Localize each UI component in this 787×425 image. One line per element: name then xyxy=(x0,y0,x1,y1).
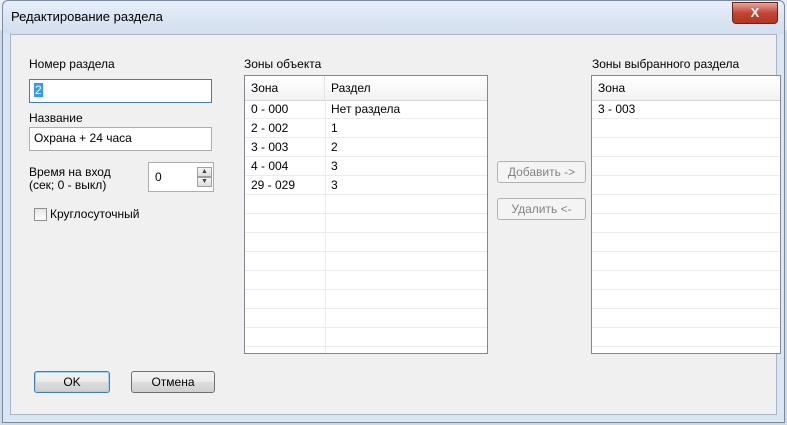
entry-time-stepper[interactable]: 0 ▲ ▼ xyxy=(148,162,214,192)
empty-row xyxy=(592,252,780,271)
partition-number-label: Номер раздела xyxy=(29,57,115,71)
empty-row xyxy=(592,176,780,195)
close-button[interactable]: X xyxy=(732,2,778,24)
table-cell: 1 xyxy=(331,121,338,135)
selected-zones-header: Зона xyxy=(592,76,780,101)
column-header-zone[interactable]: Зона xyxy=(592,76,780,100)
name-value: Охрана + 24 часа xyxy=(34,131,132,145)
empty-row xyxy=(592,195,780,214)
name-input[interactable]: Охрана + 24 часа xyxy=(29,127,212,151)
selected-zones-list[interactable]: Зона 3 - 003 xyxy=(591,75,781,354)
table-cell: 3 xyxy=(331,178,338,192)
edit-partition-dialog: Редактирование раздела X Номер раздела 2… xyxy=(2,0,785,423)
column-header-partition[interactable]: Раздел xyxy=(325,76,487,100)
object-zones-list[interactable]: Зона Раздел 0 - 000 Нет раздела 2 - 002 1 3 … xyxy=(244,75,488,354)
table-row[interactable]: 2 - 002 1 xyxy=(245,119,487,138)
remove-zone-button[interactable]: Удалить <- xyxy=(497,198,586,220)
column-header-zone[interactable]: Зона xyxy=(245,76,325,100)
empty-row xyxy=(245,290,487,309)
empty-row xyxy=(592,328,780,347)
empty-row xyxy=(245,328,487,347)
stepper-down-icon[interactable]: ▼ xyxy=(197,177,212,187)
name-label: Название xyxy=(29,111,83,125)
title-bar: Редактирование раздела X xyxy=(3,1,784,34)
empty-row xyxy=(245,271,487,290)
empty-row xyxy=(592,233,780,252)
cancel-button[interactable]: Отмена xyxy=(131,371,215,393)
entry-time-label-1: Время на вход xyxy=(29,165,111,179)
window-title: Редактирование раздела xyxy=(11,9,163,24)
table-cell: 2 - 002 xyxy=(251,121,289,135)
round-the-clock-label: Круглосуточный xyxy=(50,207,140,221)
table-cell: 4 - 004 xyxy=(251,159,289,173)
selected-zones-title: Зоны выбранного раздела xyxy=(592,57,740,71)
add-zone-button[interactable]: Добавить -> xyxy=(497,161,586,183)
empty-row xyxy=(245,233,487,252)
table-row[interactable]: 0 - 000 Нет раздела xyxy=(245,100,487,119)
empty-row xyxy=(592,214,780,233)
table-cell: 29 - 029 xyxy=(251,178,296,192)
table-cell: Нет раздела xyxy=(331,102,401,116)
partition-number-value: 2 xyxy=(34,83,43,97)
empty-row xyxy=(592,290,780,309)
table-row[interactable]: 3 - 003 2 xyxy=(245,138,487,157)
empty-row xyxy=(592,271,780,290)
table-cell: 3 - 003 xyxy=(598,102,636,116)
table-cell: 2 xyxy=(331,140,338,154)
empty-row xyxy=(592,119,780,138)
table-cell: 0 - 000 xyxy=(251,102,289,116)
stepper-up-icon[interactable]: ▲ xyxy=(197,167,212,177)
table-row[interactable]: 3 - 003 xyxy=(592,100,780,119)
object-zones-header: Зона Раздел xyxy=(245,76,487,101)
partition-number-input[interactable]: 2 xyxy=(29,79,212,103)
empty-row xyxy=(592,309,780,328)
ok-button[interactable]: OK xyxy=(34,371,110,393)
empty-row xyxy=(245,195,487,214)
empty-row xyxy=(592,157,780,176)
entry-time-value: 0 xyxy=(155,170,162,184)
table-cell: 3 - 003 xyxy=(251,140,289,154)
object-zones-title: Зоны объекта xyxy=(244,57,322,71)
table-cell: 3 xyxy=(331,159,338,173)
entry-time-label-2: (сек; 0 - выкл) xyxy=(29,178,107,192)
close-icon: X xyxy=(750,5,760,20)
dialog-client-area: Номер раздела 2 Название Охрана + 24 час… xyxy=(10,34,781,415)
table-row[interactable]: 29 - 029 3 xyxy=(245,176,487,195)
empty-row xyxy=(592,138,780,157)
empty-row xyxy=(245,214,487,233)
round-the-clock-checkbox[interactable] xyxy=(34,208,47,221)
empty-row xyxy=(245,252,487,271)
table-row[interactable]: 4 - 004 3 xyxy=(245,157,487,176)
empty-row xyxy=(245,309,487,328)
